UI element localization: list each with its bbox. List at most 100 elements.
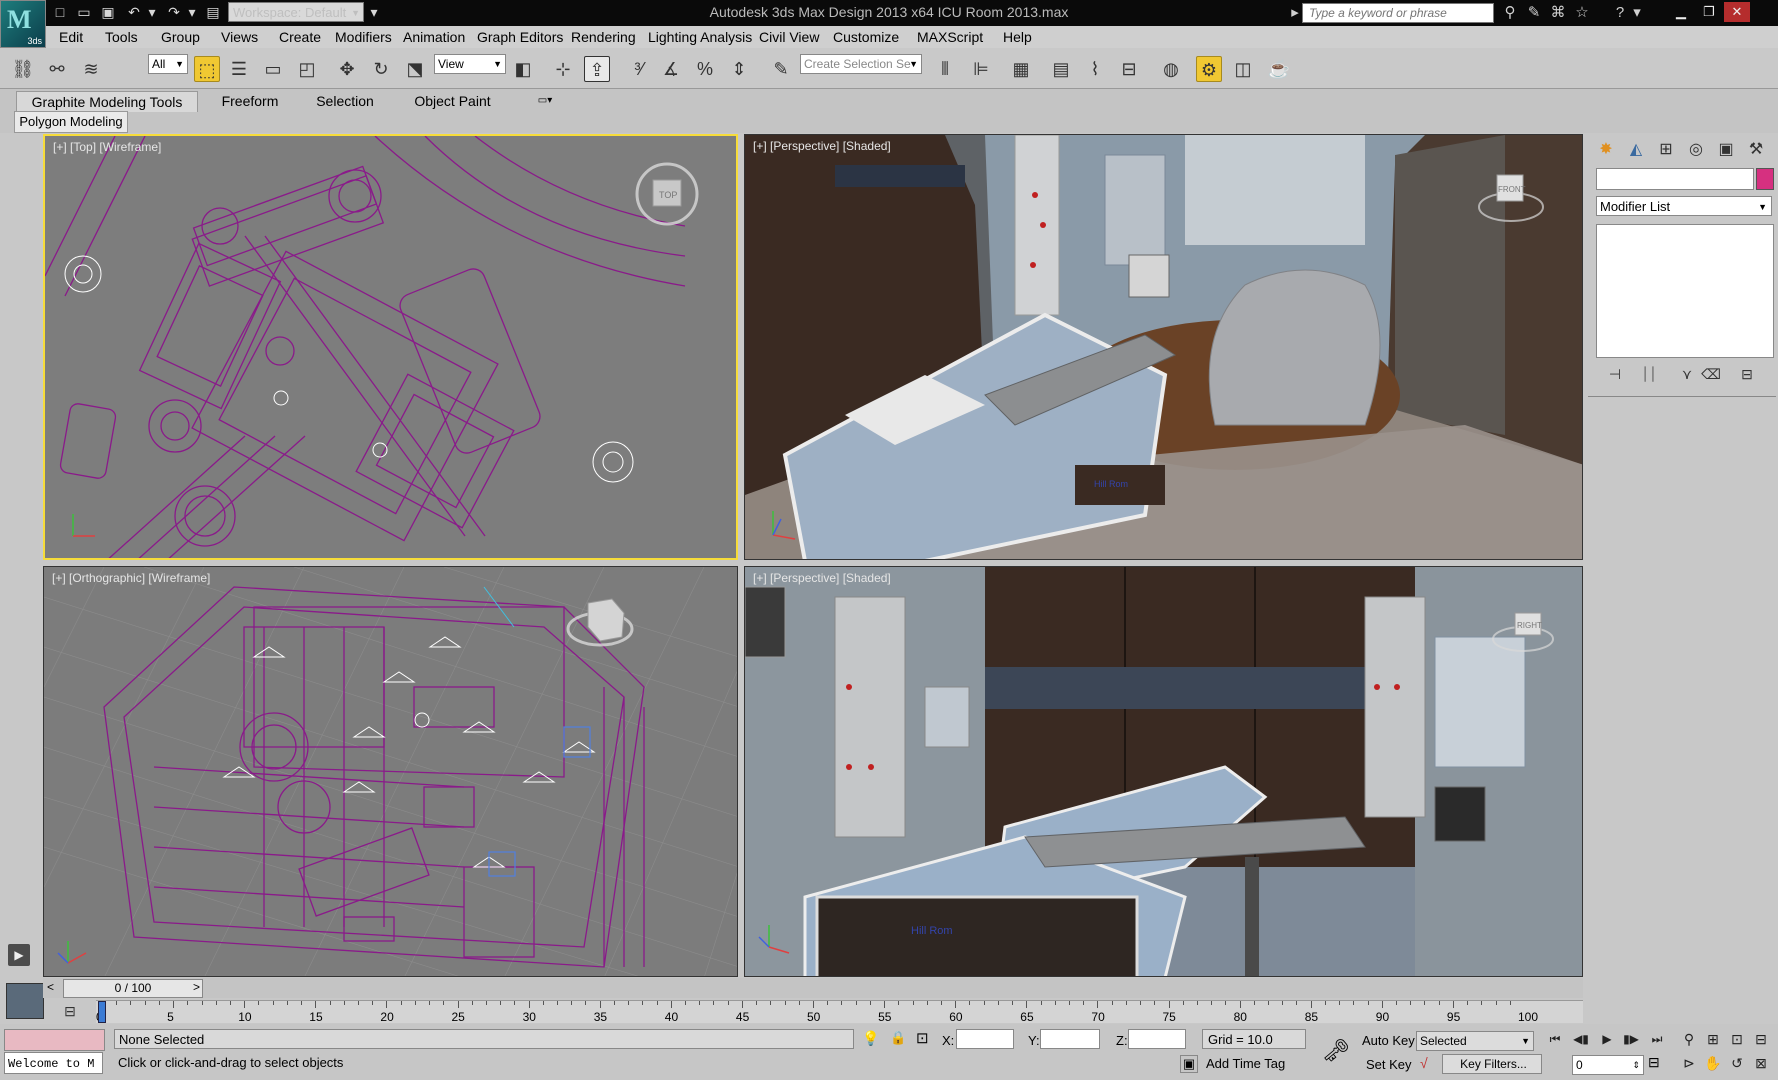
percent-snap-icon[interactable]: % — [692, 56, 718, 82]
graphite-toggle-icon[interactable]: ▤ — [1048, 56, 1074, 82]
viewport-top-label[interactable]: [+] [Top] [Wireframe] — [53, 140, 161, 154]
menu-create[interactable]: Create — [279, 29, 321, 45]
menu-animation[interactable]: Animation — [403, 29, 465, 45]
help-icon[interactable]: ? — [1610, 4, 1630, 22]
mirror-icon[interactable]: ⫴ — [932, 56, 958, 82]
key-curve-icon[interactable]: √ — [1420, 1055, 1428, 1071]
time-tag-icon[interactable]: ▣ — [1180, 1055, 1198, 1073]
object-name-input[interactable] — [1596, 168, 1754, 190]
z-coord-input[interactable] — [1128, 1029, 1186, 1049]
play-icon[interactable]: ▶ — [1596, 1030, 1618, 1048]
select-by-name-icon[interactable]: ☰ — [226, 56, 252, 82]
redo-icon[interactable]: ↷ — [166, 4, 182, 20]
angle-snap-icon[interactable]: ∡ — [658, 56, 684, 82]
rendered-frame-window-icon[interactable]: ◫ — [1230, 56, 1256, 82]
search-input[interactable] — [1302, 3, 1494, 23]
workspace-select[interactable]: Workspace: Default ▼ — [228, 2, 364, 22]
time-slider-thumb[interactable]: 0 / 100 — [63, 979, 203, 998]
add-time-tag-button[interactable]: Add Time Tag — [1206, 1056, 1285, 1071]
scale-icon[interactable]: ⬔ — [402, 56, 428, 82]
curve-editor-icon[interactable]: ⌇ — [1082, 56, 1108, 82]
viewport-perspective-2[interactable]: Hill Rom RIGHT [+] [Perspective] [Shaded… — [744, 566, 1583, 977]
project-folder-icon[interactable]: ▤ — [205, 4, 221, 20]
minimize-button[interactable]: ▁ — [1668, 2, 1694, 22]
key-mode-dropdown[interactable]: Selected ▼ — [1416, 1031, 1534, 1051]
select-object-icon[interactable]: ⬚ — [194, 56, 220, 82]
select-manipulate-icon[interactable]: ⊹ — [550, 56, 576, 82]
menu-tools[interactable]: Tools — [105, 29, 138, 45]
restore-button[interactable]: ❐ — [1696, 2, 1722, 22]
quick-access-menu-icon[interactable]: ▾ — [366, 4, 382, 20]
menu-views[interactable]: Views — [221, 29, 258, 45]
expand-search-icon[interactable]: ▸ — [1290, 4, 1300, 22]
favorites-star-icon[interactable]: ☆ — [1572, 4, 1592, 22]
tab-selection[interactable]: Selection — [305, 91, 385, 111]
maxscript-mini-listener-output[interactable]: Welcome to M — [4, 1052, 103, 1074]
orbit-icon[interactable]: ↺ — [1726, 1053, 1748, 1073]
menu-rendering[interactable]: Rendering — [571, 29, 636, 45]
viewport-orthographic-label[interactable]: [+] [Orthographic] [Wireframe] — [52, 571, 210, 585]
show-end-result-icon[interactable]: ⏐⏐ — [1638, 366, 1660, 386]
rectangular-selection-icon[interactable]: ▭ — [260, 56, 286, 82]
named-selection-sets-dropdown[interactable]: Create Selection Se ▼ — [800, 54, 922, 74]
time-slider-prev-button[interactable]: < — [47, 980, 54, 994]
modify-tab-icon[interactable]: ◭ — [1624, 138, 1648, 162]
pin-stack-icon[interactable]: ⊣ — [1604, 366, 1626, 386]
communication-icon[interactable]: ⌘ — [1548, 4, 1568, 22]
open-file-icon[interactable]: ▭ — [76, 4, 92, 20]
binoculars-icon[interactable]: ⚲ — [1500, 4, 1520, 22]
render-setup-icon[interactable]: ⚙ — [1196, 56, 1222, 82]
auto-key-button[interactable]: Auto Key — [1362, 1033, 1415, 1048]
absolute-mode-icon[interactable]: ⊡ — [916, 1029, 929, 1047]
move-icon[interactable]: ✥ — [334, 56, 360, 82]
menu-graph-editors[interactable]: Graph Editors — [477, 29, 563, 45]
x-coord-input[interactable] — [956, 1029, 1014, 1049]
save-icon[interactable]: ▣ — [100, 4, 116, 20]
viewport-perspective-1-label[interactable]: [+] [Perspective] [Shaded] — [753, 139, 891, 153]
unlink-icon[interactable]: ⚯ — [44, 56, 70, 82]
selection-lock-icon[interactable]: 🔒 — [890, 1030, 906, 1046]
edit-named-selections-icon[interactable]: ✎ — [768, 56, 794, 82]
mini-curve-editor-icon[interactable]: ⊟ — [48, 1000, 92, 1022]
menu-group[interactable]: Group — [161, 29, 200, 45]
zoom-extents-all-icon[interactable]: ⊟ — [1750, 1029, 1772, 1049]
menu-civil-view[interactable]: Civil View — [759, 29, 819, 45]
bind-space-warp-icon[interactable]: ≋ — [78, 56, 104, 82]
utilities-tab-icon[interactable]: ⚒ — [1744, 138, 1768, 162]
remove-modifier-icon[interactable]: ⌫ — [1700, 366, 1722, 386]
field-of-view-icon[interactable]: ⊳ — [1678, 1053, 1700, 1073]
set-key-icon[interactable]: 🗝 — [1322, 1038, 1350, 1064]
subscription-icon[interactable]: ✎ — [1524, 4, 1544, 22]
keyboard-shortcut-override-icon[interactable]: ⇪ — [584, 56, 610, 82]
time-configuration-icon[interactable]: ⊟ — [1648, 1054, 1660, 1071]
zoom-all-icon[interactable]: ⊞ — [1702, 1029, 1724, 1049]
time-slider-next-button[interactable]: > — [193, 980, 200, 994]
rotate-icon[interactable]: ↻ — [368, 56, 394, 82]
maxscript-mini-listener-input[interactable] — [4, 1029, 105, 1051]
go-to-start-icon[interactable]: ⏮ — [1544, 1030, 1566, 1048]
snaps-toggle-icon[interactable]: ³⁄ — [626, 56, 652, 82]
tab-graphite-modeling-tools[interactable]: Graphite Modeling Tools — [16, 91, 198, 112]
current-frame-input[interactable]: 0 ⇕ — [1572, 1055, 1644, 1075]
time-slider[interactable]: < 0 / 100 > — [43, 978, 1583, 998]
material-editor-icon[interactable]: ◍ — [1158, 56, 1184, 82]
y-coord-input[interactable] — [1040, 1029, 1100, 1049]
viewport-top[interactable]: TOP [+] [Top] [Wireframe] — [43, 134, 738, 560]
align-icon[interactable]: ⊫ — [968, 56, 994, 82]
help-dropdown-icon[interactable]: ▾ — [1632, 4, 1642, 22]
link-icon[interactable]: ⛓ — [10, 56, 36, 82]
configure-modifier-sets-icon[interactable]: ⊟ — [1736, 366, 1758, 386]
redo-dropdown-icon[interactable]: ▾ — [184, 4, 200, 20]
create-tab-icon[interactable]: ✸ — [1594, 138, 1618, 162]
track-bar-current-frame-marker[interactable] — [98, 1001, 106, 1023]
viewport-perspective-2-label[interactable]: [+] [Perspective] [Shaded] — [753, 571, 891, 585]
menu-help[interactable]: Help — [1003, 29, 1032, 45]
previous-frame-icon[interactable]: ◀▮ — [1570, 1030, 1592, 1048]
polygon-modeling-panel[interactable]: Polygon Modeling — [14, 111, 128, 133]
viewport-orthographic[interactable]: [+] [Orthographic] [Wireframe] — [43, 566, 738, 977]
viewport-layout-tab[interactable] — [6, 983, 44, 1019]
isolate-selection-icon[interactable]: 💡 — [862, 1030, 879, 1047]
go-to-end-icon[interactable]: ⏭ — [1646, 1030, 1668, 1048]
menu-lighting-analysis[interactable]: Lighting Analysis — [648, 29, 752, 45]
key-filters-button[interactable]: Key Filters... — [1442, 1054, 1542, 1074]
